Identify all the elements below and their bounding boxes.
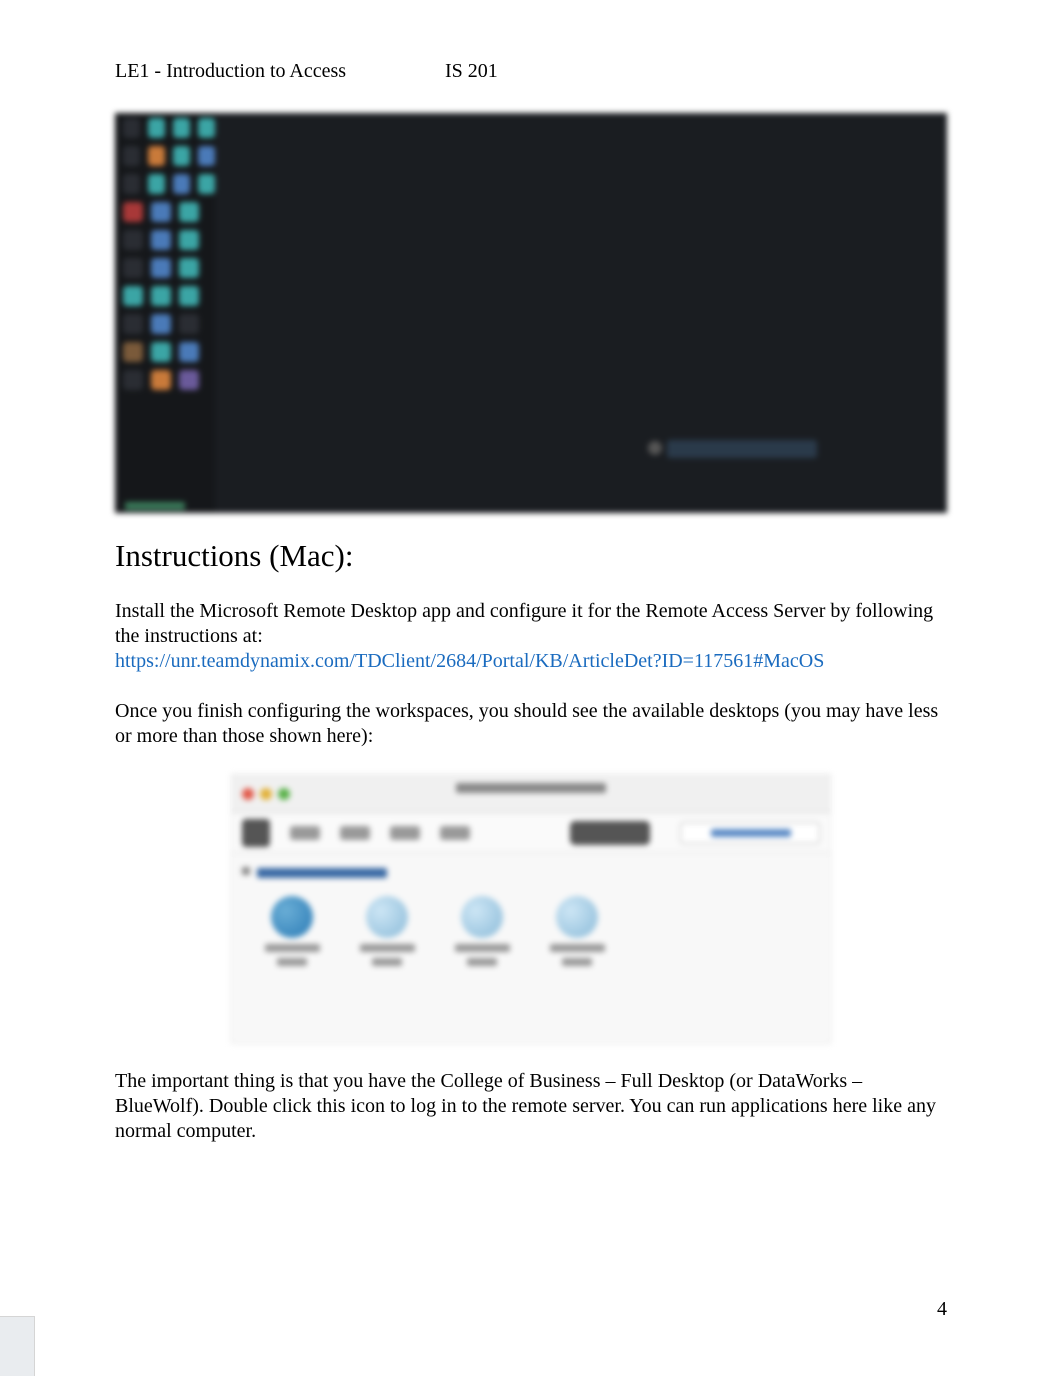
remote-desktop-app-screenshot	[231, 774, 831, 1044]
toolbar-icon	[242, 819, 270, 847]
window-titlebar	[232, 775, 830, 813]
instructions-paragraph-2: Once you finish configuring the workspac…	[115, 699, 947, 749]
minimize-icon	[260, 788, 272, 800]
app-toolbar	[232, 813, 830, 853]
toolbar-chip	[390, 826, 420, 840]
para1-text: Install the Microsoft Remote Desktop app…	[115, 600, 933, 647]
toolbar-tab-active	[570, 821, 650, 845]
toolbar-chip	[440, 826, 470, 840]
toolbar-chip	[290, 826, 320, 840]
windows-desktop-screenshot	[115, 113, 947, 513]
instructions-paragraph-1: Install the Microsoft Remote Desktop app…	[115, 599, 947, 674]
desktop-item	[547, 896, 607, 966]
desktop-item	[452, 896, 512, 966]
close-icon	[242, 788, 254, 800]
desktop-item	[262, 896, 322, 966]
notification-toast	[667, 440, 817, 458]
teamdynamix-link[interactable]: https://unr.teamdynamix.com/TDClient/268…	[115, 650, 824, 672]
desktop-globe-icon	[556, 896, 598, 938]
disclosure-arrow-icon	[242, 867, 250, 875]
taskbar-fragment	[125, 502, 185, 510]
desktop-item	[357, 896, 417, 966]
desktop-globe-icon	[366, 896, 408, 938]
maximize-icon	[278, 788, 290, 800]
desktops-row	[232, 878, 830, 984]
instructions-paragraph-3: The important thing is that you have the…	[115, 1069, 947, 1144]
start-menu-sidebar	[115, 113, 215, 513]
window-title-placeholder	[456, 783, 606, 793]
instructions-heading: Instructions (Mac):	[115, 538, 947, 574]
workspace-section-label	[257, 868, 387, 878]
header-left-title: LE1 - Introduction to Access	[115, 60, 445, 83]
desktop-globe-icon	[461, 896, 503, 938]
document-header: LE1 - Introduction to Access IS 201	[115, 60, 947, 83]
page-number: 4	[937, 1298, 947, 1321]
search-field	[680, 822, 820, 844]
notification-dot-icon	[648, 441, 662, 455]
viewer-side-tab	[0, 1316, 35, 1376]
desktop-globe-icon	[271, 896, 313, 938]
toolbar-chip	[340, 826, 370, 840]
header-course-code: IS 201	[445, 60, 498, 83]
